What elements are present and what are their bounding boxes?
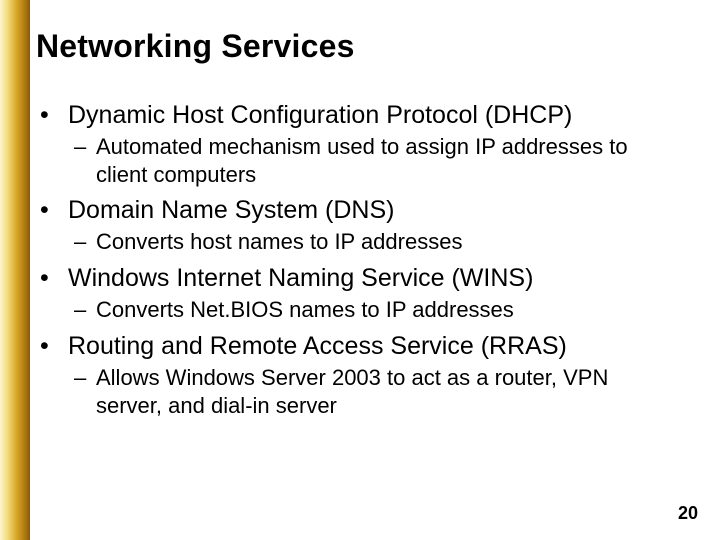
sublist-item-text: Converts Net.BIOS names to IP addresses [96,296,514,324]
bullet-icon: • [40,262,68,294]
dash-icon: – [74,228,96,256]
list-item-row: • Dynamic Host Configuration Protocol (D… [40,99,700,131]
sublist-item-text: Automated mechanism used to assign IP ad… [96,133,656,188]
sublist: – Converts host names to IP addresses [40,228,700,256]
accent-bar [0,0,30,540]
sublist: – Converts Net.BIOS names to IP addresse… [40,296,700,324]
sublist: – Allows Windows Server 2003 to act as a… [40,364,700,419]
list-item: • Windows Internet Naming Service (WINS)… [40,262,700,324]
sublist-item: – Automated mechanism used to assign IP … [74,133,700,188]
list-item: • Domain Name System (DNS) – Converts ho… [40,194,700,256]
sublist-item-text: Allows Windows Server 2003 to act as a r… [96,364,656,419]
bullet-icon: • [40,330,68,362]
slide-title: Networking Services [36,28,700,65]
sublist-item: – Converts Net.BIOS names to IP addresse… [74,296,700,324]
list-item-text: Domain Name System (DNS) [68,194,394,226]
sublist-item: – Converts host names to IP addresses [74,228,700,256]
list-item-row: • Domain Name System (DNS) [40,194,700,226]
slide-content: Networking Services • Dynamic Host Confi… [36,28,700,425]
dash-icon: – [74,296,96,324]
bullet-icon: • [40,194,68,226]
bullet-icon: • [40,99,68,131]
dash-icon: – [74,364,96,392]
sublist: – Automated mechanism used to assign IP … [40,133,700,188]
page-number: 20 [678,503,698,524]
list-item-row: • Routing and Remote Access Service (RRA… [40,330,700,362]
list-item-text: Windows Internet Naming Service (WINS) [68,262,533,294]
list-item-text: Routing and Remote Access Service (RRAS) [68,330,567,362]
dash-icon: – [74,133,96,161]
sublist-item: – Allows Windows Server 2003 to act as a… [74,364,700,419]
list-item-text: Dynamic Host Configuration Protocol (DHC… [68,99,572,131]
list-item: • Routing and Remote Access Service (RRA… [40,330,700,419]
list-item: • Dynamic Host Configuration Protocol (D… [40,99,700,188]
bullet-list: • Dynamic Host Configuration Protocol (D… [36,99,700,419]
sublist-item-text: Converts host names to IP addresses [96,228,462,256]
list-item-row: • Windows Internet Naming Service (WINS) [40,262,700,294]
